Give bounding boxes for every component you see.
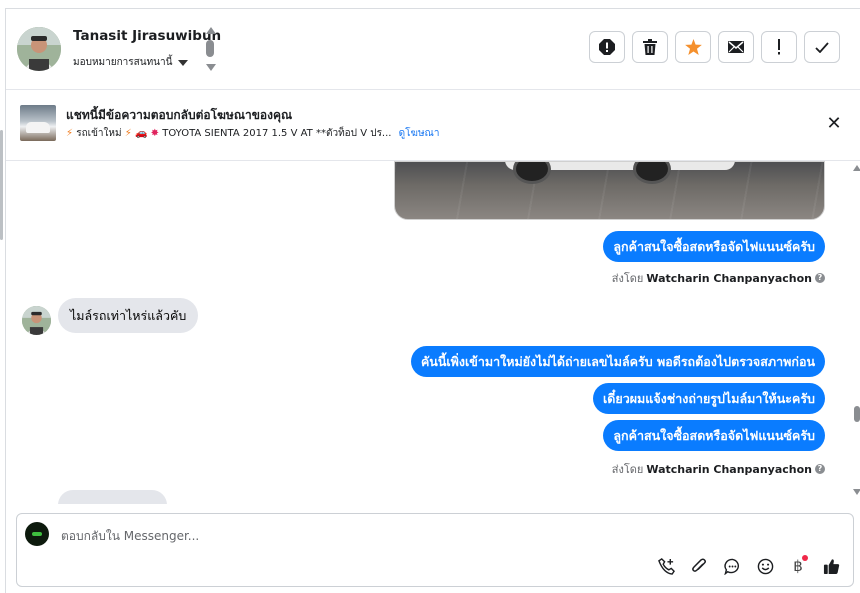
view-ad-link[interactable]: ดูโฆษณา [399, 128, 440, 139]
saved-reply-icon[interactable] [720, 554, 744, 578]
chevron-down-icon [178, 59, 189, 66]
close-icon[interactable]: ✕ [824, 114, 844, 134]
message-photo[interactable] [394, 161, 825, 220]
scroll-up-icon[interactable] [853, 165, 860, 171]
add-call-icon[interactable] [654, 554, 678, 578]
alert-octagon-icon [599, 39, 615, 55]
scroll-thumb[interactable] [854, 406, 860, 422]
ad-reply-banner: แชทนี้มีข้อความตอบกลับต่อโฆษณาของคุณ ⚡ ร… [6, 90, 860, 161]
emoji-icon[interactable] [753, 554, 777, 578]
ad-subtitle-text: TOYOTA SIENTA 2017 1.5 V AT **ตัวท็อป V … [162, 128, 392, 139]
delete-button[interactable] [632, 31, 668, 63]
scroll-down-icon[interactable] [853, 489, 860, 495]
contact-avatar-small[interactable] [22, 306, 51, 335]
page-avatar[interactable] [25, 522, 49, 546]
sent-by-label: ส่งโดย Watcharin Chanpanyachon ? [612, 460, 825, 478]
message-thread[interactable]: ลูกค้าสนใจซื้อสดหรือจัดไฟแนนซ์ครับ ส่งโด… [6, 161, 852, 504]
help-icon[interactable]: ? [815, 273, 825, 283]
next-conversation-icon[interactable] [206, 64, 216, 71]
sender-name: Watcharin Chanpanyachon [646, 462, 812, 476]
header-actions [589, 31, 840, 63]
previous-conversation-icon[interactable] [206, 27, 216, 34]
sender-name: Watcharin Chanpanyachon [646, 271, 812, 285]
notification-dot [802, 555, 808, 561]
message-bubble-in[interactable]: ไมล์รถเท่าไหร่แล้วคับ [58, 298, 199, 333]
lightning-icon: ⚡ [124, 128, 132, 139]
trash-icon [643, 39, 657, 55]
mark-done-button[interactable] [804, 31, 840, 63]
check-icon [815, 41, 829, 53]
mark-unread-button[interactable] [718, 31, 754, 63]
sent-by-label: ส่งโดย Watcharin Chanpanyachon ? [612, 269, 825, 287]
follow-up-button[interactable] [761, 31, 797, 63]
contact-avatar[interactable] [17, 27, 61, 71]
envelope-icon [728, 41, 744, 53]
conversation-header: Tanasit Jirasuwibun มอบหมายการสนทนานี้ [6, 9, 860, 90]
exclamation-icon [778, 39, 780, 55]
ad-thumbnail[interactable] [20, 105, 56, 141]
left-panel-scrollbar[interactable] [0, 130, 3, 240]
assign-conversation-dropdown[interactable]: มอบหมายการสนทนานี้ [73, 55, 189, 70]
star-icon [684, 39, 702, 55]
report-spam-button[interactable] [589, 31, 625, 63]
help-icon[interactable]: ? [815, 464, 825, 474]
composer-tools: ฿ [654, 554, 843, 578]
thread-scrollbar[interactable] [853, 165, 860, 495]
assign-label: มอบหมายการสนทนานี้ [73, 57, 173, 68]
lightning-icon: ⚡ [66, 128, 74, 139]
car-emoji-icon: 🚗 [135, 128, 148, 139]
baht-symbol: ฿ [793, 557, 803, 575]
reply-input[interactable] [61, 526, 621, 546]
nav-scroll-thumb[interactable] [206, 40, 214, 57]
sent-by-prefix: ส่งโดย [611, 463, 644, 476]
ad-banner-subtitle: ⚡ รถเข้าใหม่ ⚡ 🚗 ✸ TOYOTA SIENTA 2017 1.… [66, 126, 439, 141]
star-button[interactable] [675, 31, 711, 63]
contact-name[interactable]: Tanasit Jirasuwibun [73, 28, 221, 44]
message-bubble-out[interactable]: ลูกค้าสนใจซื้อสดหรือจัดไฟแนนซ์ครับ [603, 420, 825, 451]
ad-banner-title: แชทนี้มีข้อความตอบกลับต่อโฆษณาของคุณ [66, 108, 293, 122]
ad-subtitle-prefix: รถเข้าใหม่ [76, 128, 122, 139]
message-bubble-out[interactable]: เดี๋ยวผมแจ้งช่างถ่ายรูปไมล์มาให้นะครับ [592, 383, 825, 414]
sent-by-prefix: ส่งโดย [611, 272, 644, 285]
paperclip-icon[interactable] [687, 554, 711, 578]
typing-bubble [58, 490, 167, 504]
thumbs-up-icon[interactable] [819, 554, 843, 578]
reply-composer: ฿ [16, 513, 854, 587]
firework-emoji-icon: ✸ [150, 128, 160, 139]
conversation-nav [204, 27, 218, 73]
baht-payment-icon[interactable]: ฿ [786, 554, 810, 578]
message-bubble-out[interactable]: คันนี้เพิ่งเข้ามาใหม่ยังไม่ได้ถ่ายเลขไมล… [410, 346, 825, 377]
message-bubble-out[interactable]: ลูกค้าสนใจซื้อสดหรือจัดไฟแนนซ์ครับ [603, 231, 825, 262]
